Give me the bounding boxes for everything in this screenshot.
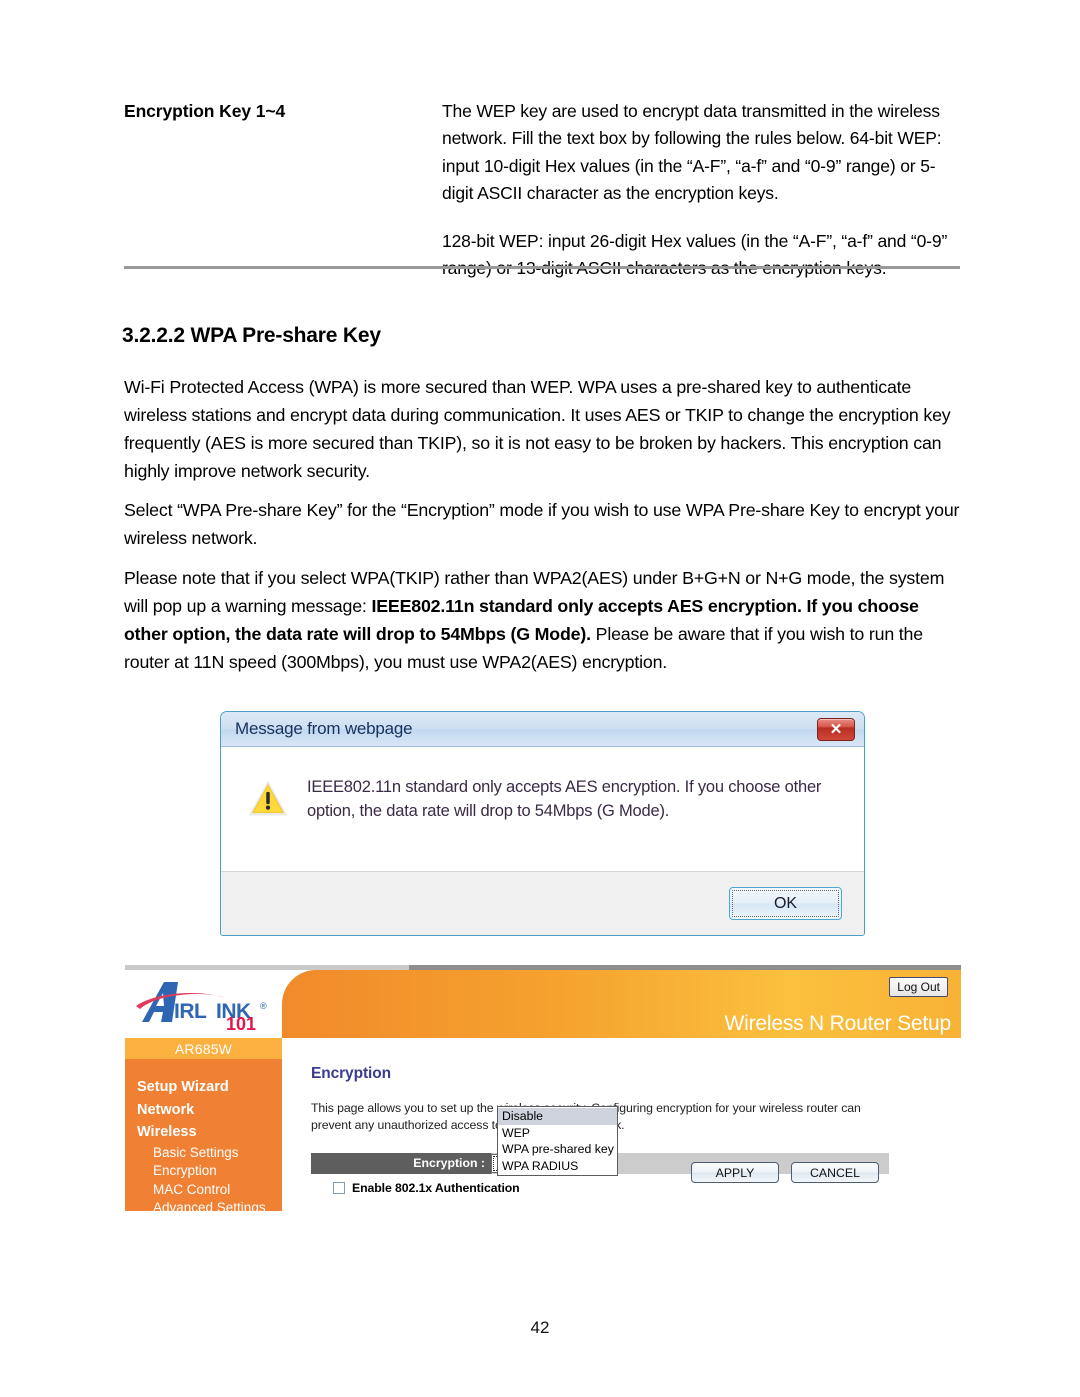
dropdown-option-wep[interactable]: WEP — [498, 1125, 617, 1142]
content-title: Encryption — [311, 1065, 391, 1082]
ok-button[interactable]: OK — [729, 887, 842, 920]
dropdown-option-wpa-radius[interactable]: WPA RADIUS — [498, 1158, 617, 1175]
model-badge: AR685W — [125, 1038, 282, 1059]
document-page: Encryption Key 1~4 The WEP key are used … — [0, 0, 1080, 1397]
brand-logo: IRL INK ® 101 — [125, 970, 282, 1038]
dialog-footer: OK — [221, 872, 864, 935]
definition-block: Encryption Key 1~4 The WEP key are used … — [124, 98, 960, 283]
dot1x-checkbox-row: Enable 802.1x Authentication — [311, 1181, 571, 1195]
body-paragraph-1: Wi-Fi Protected Access (WPA) is more sec… — [124, 377, 951, 481]
body-paragraph-2: Select “WPA Pre-share Key” for the “Encr… — [124, 500, 960, 548]
sidebar-item-encryption[interactable]: Encryption — [125, 1162, 282, 1181]
section-divider — [124, 266, 960, 269]
dropdown-option-disable[interactable]: Disable — [498, 1108, 617, 1125]
sidebar-item-advanced-settings[interactable]: Advanced Settings — [125, 1199, 282, 1218]
enable-8021x-label: Enable 802.1x Authentication — [352, 1180, 520, 1195]
dialog-title: Message from webpage — [235, 719, 413, 738]
logout-button[interactable]: Log Out — [889, 977, 948, 997]
apply-button[interactable]: APPLY — [691, 1162, 779, 1183]
dropdown-option-wpa-psk[interactable]: WPA pre-shared key — [498, 1141, 617, 1158]
airlink-logo-svg: IRL INK ® 101 — [135, 982, 267, 1032]
header-banner: Log Out Wireless N Router Setup — [282, 970, 961, 1038]
sidebar-item-setup-wizard[interactable]: Setup Wizard — [125, 1076, 282, 1099]
message-dialog: Message from webpage ✕ IEEE802.11n stand… — [220, 711, 865, 936]
router-admin-screenshot: IRL INK ® 101 Log Out Wireless N Router … — [125, 965, 961, 1250]
body-paragraph-3: Please note that if you select WPA(TKIP)… — [124, 565, 966, 676]
page-number: 42 — [530, 1318, 550, 1337]
router-content: Encryption This page allows you to set u… — [311, 1065, 961, 1195]
enable-8021x-checkbox[interactable] — [333, 1181, 345, 1194]
action-buttons: APPLY CANCEL — [691, 1162, 879, 1183]
definition-row: Encryption Key 1~4 The WEP key are used … — [124, 98, 960, 283]
sidebar-item-basic-settings[interactable]: Basic Settings — [125, 1144, 282, 1163]
dialog-body: IEEE802.11n standard only accepts AES en… — [221, 747, 864, 872]
svg-text:IRL: IRL — [174, 1000, 207, 1023]
router-header: IRL INK ® 101 Log Out Wireless N Router … — [125, 970, 961, 1038]
cancel-button[interactable]: CANCEL — [791, 1162, 879, 1183]
sidebar-item-mac-control[interactable]: MAC Control — [125, 1181, 282, 1200]
definition-paragraph-1: The WEP key are used to encrypt data tra… — [442, 101, 942, 204]
warning-icon — [248, 780, 288, 816]
router-sidebar: Setup Wizard Network Wireless Basic Sett… — [125, 1059, 282, 1234]
sidebar-item-wireless[interactable]: Wireless — [125, 1121, 282, 1144]
definition-paragraph-2: 128-bit WEP: input 26-digit Hex values (… — [442, 230, 948, 278]
encryption-label: Encryption : — [413, 1156, 485, 1171]
close-icon[interactable]: ✕ — [817, 717, 855, 741]
svg-text:101: 101 — [226, 1014, 256, 1032]
airlink-logo-icon: IRL INK ® 101 — [134, 976, 274, 1032]
definition-description: The WEP key are used to encrypt data tra… — [442, 98, 960, 283]
svg-text:®: ® — [260, 1001, 267, 1011]
sidebar-item-wps[interactable]: WPS — [125, 1218, 282, 1237]
dialog-message: IEEE802.11n standard only accepts AES en… — [307, 778, 822, 821]
sidebar-item-network[interactable]: Network — [125, 1099, 282, 1122]
dialog-titlebar: Message from webpage ✕ — [221, 712, 864, 747]
encryption-dropdown-list[interactable]: Disable WEP WPA pre-shared key WPA RADIU… — [497, 1106, 618, 1176]
section-heading: 3.2.2.2 WPA Pre-share Key — [122, 324, 381, 347]
header-title: Wireless N Router Setup — [724, 1012, 952, 1035]
definition-term: Encryption Key 1~4 — [124, 101, 286, 121]
